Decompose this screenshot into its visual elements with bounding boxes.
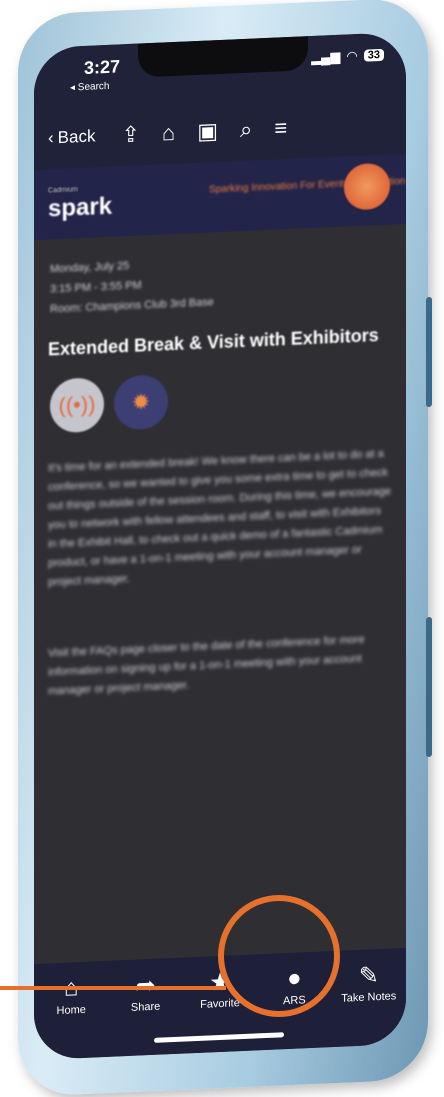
banner-brand: Cadmium	[48, 186, 78, 195]
tab-take-notes[interactable]: ✎ Take Notes	[334, 960, 404, 1005]
session-track-icons: ((•)) ✹	[50, 374, 168, 434]
tab-label: Favorite	[200, 997, 240, 1011]
session-title: Extended Break & Visit with Exhibitors	[48, 325, 379, 360]
callout-circle-ars	[218, 895, 340, 1017]
session-meta: Monday, July 25 3:15 PM - 3:55 PM Room: …	[50, 252, 214, 319]
status-icons: ▂▄▆ ◠ 33	[311, 47, 384, 66]
back-label: Back	[57, 126, 96, 148]
search-icon[interactable]: ⌕	[240, 117, 252, 144]
banner-logo: spark	[48, 192, 113, 223]
tab-label: Share	[130, 1000, 161, 1014]
tab-home[interactable]: ⌂ Home	[36, 973, 106, 1018]
back-to-search[interactable]: ◂ Search	[70, 81, 109, 94]
broadcast-icon[interactable]: ((•))	[50, 377, 104, 434]
status-time: 3:27	[84, 56, 121, 78]
side-button	[426, 616, 432, 758]
session-description: It's time for an extended break! We know…	[48, 447, 392, 589]
menu-icon[interactable]: ≡	[274, 115, 287, 142]
tab-share[interactable]: ➦ Share	[111, 970, 181, 1015]
volume-button	[426, 296, 432, 408]
home-indicator[interactable]	[154, 1032, 284, 1043]
toolbar-icons: ⇪ ⌂ ▣ ⌕ ≡	[121, 115, 287, 148]
signal-icon: ▂▄▆	[311, 48, 341, 66]
battery-icon: 33	[363, 48, 384, 62]
wifi-icon: ◠	[346, 47, 358, 64]
session-faq-note: Visit the FAQs page closer to the date o…	[48, 633, 365, 698]
pencil-icon: ✎	[358, 962, 379, 990]
back-button[interactable]: ‹ Back	[48, 126, 95, 148]
home-icon[interactable]: ⌂	[162, 120, 175, 147]
camera-icon[interactable]: ▣	[197, 118, 218, 145]
session-content: Monday, July 25 3:15 PM - 3:55 PM Room: …	[34, 224, 406, 970]
share-icon[interactable]: ⇪	[121, 121, 139, 148]
lightbulb-icon[interactable]: ✹	[114, 374, 168, 431]
phone-screen: 3:27 ◂ Search ▂▄▆ ◠ 33 ‹ Back ⇪ ⌂ ▣ ⌕ ≡ …	[34, 31, 406, 1061]
tab-label: Home	[56, 1003, 86, 1018]
callout-line	[0, 986, 226, 990]
tab-label: Take Notes	[341, 990, 397, 1005]
chevron-left-icon: ‹	[48, 128, 54, 148]
lightbulb-burst-icon	[344, 162, 390, 211]
